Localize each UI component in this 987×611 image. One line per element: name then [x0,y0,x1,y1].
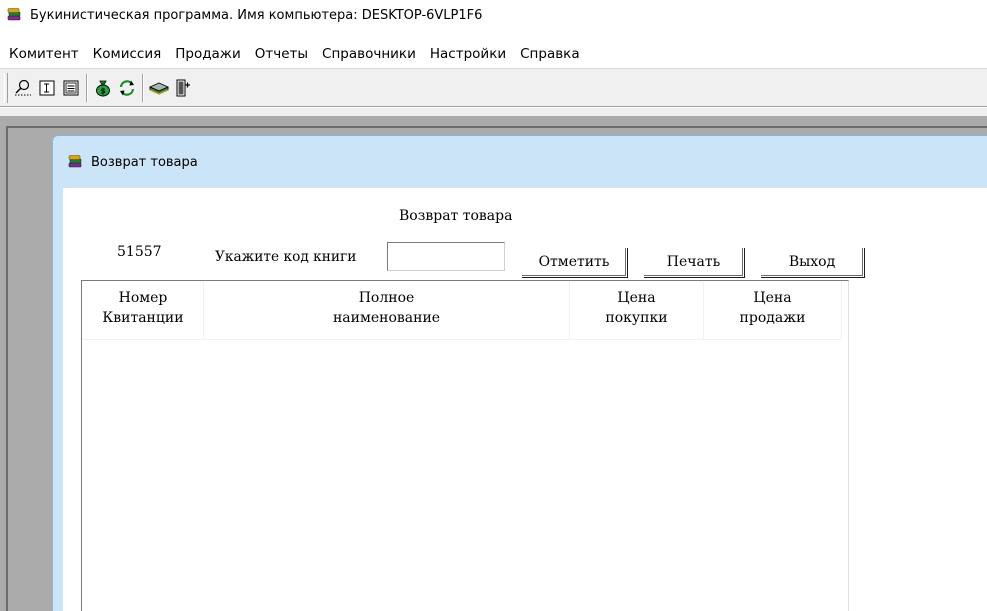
column-header-sale-price[interactable]: Цена продажи [704,282,842,340]
toolbar-form-button[interactable] [35,76,59,100]
child-window-title: Возврат товара [91,154,198,170]
svg-text:$: $ [100,86,106,95]
app-title: Букинистическая программа. Имя компьютер… [30,7,483,23]
column-header-line: покупки [605,310,668,326]
exit-button[interactable]: Выход [760,247,864,277]
menu-item-spravochniki[interactable]: Справочники [315,44,423,64]
app-books-icon [6,7,22,23]
form-heading: Возврат товара [399,208,513,224]
menu-item-nastroyki[interactable]: Настройки [423,44,513,64]
exit-icon [176,79,190,96]
mark-button[interactable]: Отметить [521,247,627,277]
toolbar-search-button[interactable] [11,76,35,100]
menu-item-prodazhi[interactable]: Продажи [168,44,248,64]
toolbar-exit-button[interactable] [171,76,195,100]
column-header-receipt-number[interactable]: Номер Квитанции [83,282,204,340]
form-icon [39,80,55,95]
menu-item-komitent[interactable]: Комитент [2,44,86,64]
toolbar-separator [142,73,144,102]
refresh-icon [119,79,135,96]
column-header-line: Цена [617,290,656,306]
menu-item-komissiya[interactable]: Комиссия [86,44,169,64]
list-icon [63,80,79,95]
column-header-purchase-price[interactable]: Цена покупки [570,282,704,340]
child-client-area: Возврат товара 51557 Укажите код книги О… [63,188,987,611]
search-icon [15,79,31,95]
column-header-line: продажи [739,310,806,326]
print-button[interactable]: Печать [643,247,744,277]
toolbar: $ [0,68,987,106]
column-header-line: наименование [332,310,441,326]
menu-item-otchety[interactable]: Отчеты [248,44,315,64]
column-header-line: Квитанции [102,310,184,326]
toolbar-refresh-button[interactable] [115,76,139,100]
menu-bar: Комитент Комиссия Продажи Отчеты Справоч… [0,43,987,65]
book-icon [149,82,169,95]
app-titlebar: Букинистическая программа. Имя компьютер… [0,0,987,30]
menu-item-spravka[interactable]: Справка [513,44,586,64]
money-bag-icon: $ [96,80,110,96]
toolbar-books-button[interactable] [147,76,171,100]
book-code-input[interactable] [387,242,505,271]
column-header-line: Цена [753,290,792,306]
toolbar-money-button[interactable]: $ [91,76,115,100]
return-goods-window: Возврат товара Возврат товара 51557 Укаж… [52,135,987,611]
toolbar-separator [86,73,88,102]
column-header-line: Полное [358,290,415,306]
child-titlebar[interactable]: Возврат товара [53,136,987,188]
book-code-label: Укажите код книги [215,249,357,265]
toolbar-grip[interactable] [4,72,8,103]
toolbar-list-button[interactable] [59,76,83,100]
column-header-full-name[interactable]: Полное наименование [204,282,570,340]
book-counter: 51557 [117,244,162,260]
grid-header: Номер Квитанции Полное наименование Цена… [83,282,842,340]
column-header-line: Номер [118,290,168,306]
returns-grid[interactable]: Номер Квитанции Полное наименование Цена… [81,280,849,611]
child-books-icon [67,154,83,170]
